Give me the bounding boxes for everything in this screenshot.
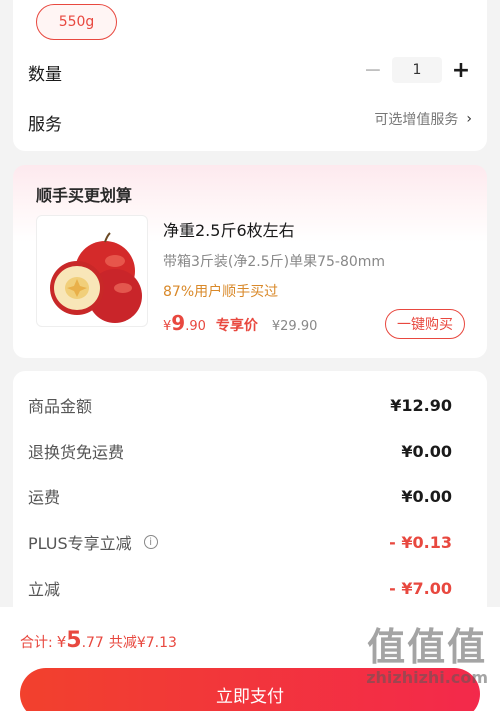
total-saved: 共减¥7.13 <box>108 635 177 651</box>
summary-row-goods: 商品金额 ¥12.90 <box>28 393 452 417</box>
watermark: 值值值 zhizhizhi.com <box>366 626 488 688</box>
summary-row-plus-discount: PLUS专享立减 i - ¥0.13 <box>28 530 452 554</box>
bundle-title: 顺手买更划算 <box>36 186 133 205</box>
summary-value: ¥0.00 <box>401 441 452 461</box>
quantity-label: 数量 <box>28 65 62 85</box>
service-link-text: 可选增值服务 <box>374 112 459 128</box>
summary-value: - ¥7.00 <box>389 578 452 598</box>
one-click-buy-button[interactable]: 一键购买 <box>385 309 465 339</box>
summary-label: 运费 <box>28 488 61 507</box>
spec-option-chip[interactable]: 550g <box>36 4 117 40</box>
total-decimal: .77 <box>81 635 104 651</box>
total-label: 合计: <box>20 635 53 651</box>
total-currency: ¥ <box>56 633 67 651</box>
service-label: 服务 <box>28 115 62 135</box>
info-icon[interactable]: i <box>143 535 158 549</box>
product-name[interactable]: 净重2.5斤6枚左右 <box>163 217 295 241</box>
summary-label: 立减 <box>28 580 61 599</box>
summary-row-shipping: 运费 ¥0.00 <box>28 484 452 508</box>
summary-value: ¥0.00 <box>401 486 452 506</box>
product-spec: 带箱3斤装(净2.5斤)单果75-80mm <box>163 254 386 270</box>
quantity-value[interactable]: 1 <box>392 57 442 83</box>
price-decimal: .90 <box>185 319 206 334</box>
service-selector[interactable]: 可选增值服务 › <box>374 109 472 129</box>
quantity-stepper: − 1 + <box>360 57 474 83</box>
summary-row-discount: 立减 - ¥7.00 <box>28 576 452 600</box>
total-line: 合计: ¥ 5 .77 共减¥7.13 <box>20 628 177 653</box>
summary-value: - ¥0.13 <box>389 532 452 552</box>
product-image[interactable] <box>36 215 148 327</box>
summary-label-wrap: PLUS专享立减 i <box>28 530 158 554</box>
apple-image <box>50 232 142 323</box>
bundle-card: 顺手买更划算 净重2.5斤6枚左右 带箱3斤装(净2.5斤)单果75-80mm … <box>13 165 487 358</box>
chevron-right-icon: › <box>466 111 472 127</box>
price-integer: 9 <box>171 311 186 335</box>
watermark-logo: 值值值 <box>367 625 488 669</box>
exclusive-price-tag: 专享价 <box>215 318 258 334</box>
purchase-hint: 87%用户顺手买过 <box>163 284 279 300</box>
summary-value: ¥12.90 <box>390 395 452 415</box>
summary-label: 退换货免运费 <box>28 443 125 462</box>
summary-label: 商品金额 <box>28 397 93 416</box>
total-integer: 5 <box>66 628 82 653</box>
original-price: ¥29.90 <box>271 319 318 334</box>
plus-icon[interactable]: + <box>448 57 474 83</box>
price-summary-card: 商品金额 ¥12.90 退换货免运费 ¥0.00 运费 ¥0.00 PLUS专享… <box>13 371 487 631</box>
summary-label: PLUS专享立减 <box>28 534 132 553</box>
price-currency: ¥ <box>163 319 172 334</box>
price-row: ¥ 9 .90 专享价 ¥29.90 <box>163 311 317 335</box>
minus-icon[interactable]: − <box>360 57 386 83</box>
summary-row-return-shipping: 退换货免运费 ¥0.00 <box>28 439 452 463</box>
options-card: 550g 数量 − 1 + 服务 可选增值服务 › <box>13 0 487 151</box>
watermark-url: zhizhizhi.com <box>366 668 488 687</box>
